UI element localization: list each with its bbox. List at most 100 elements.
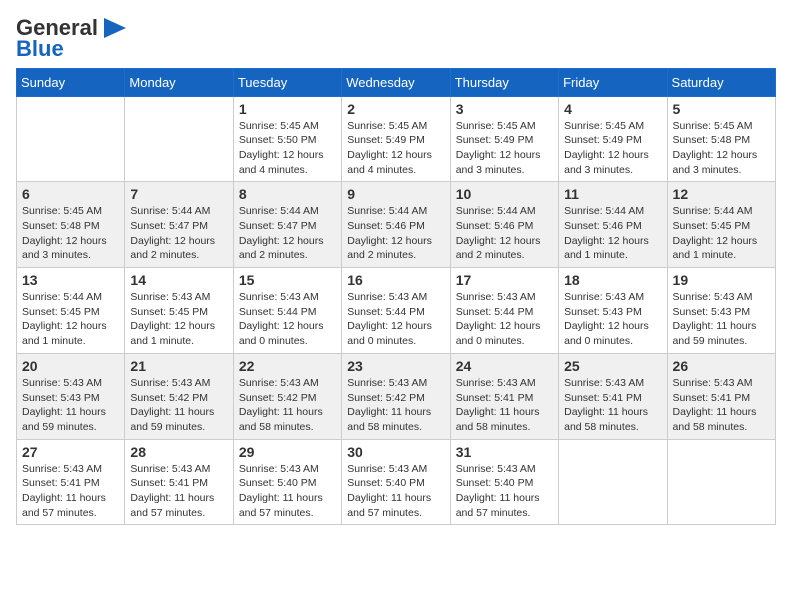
day-info: Sunrise: 5:43 AM Sunset: 5:42 PM Dayligh… <box>347 376 444 435</box>
day-number: 9 <box>347 186 444 202</box>
day-info: Sunrise: 5:45 AM Sunset: 5:48 PM Dayligh… <box>673 119 770 178</box>
calendar-cell: 31 Sunrise: 5:43 AM Sunset: 5:40 PM Dayli… <box>450 439 558 525</box>
calendar-cell: 17 Sunrise: 5:43 AM Sunset: 5:44 PM Dayli… <box>450 268 558 354</box>
calendar-cell: 30 Sunrise: 5:43 AM Sunset: 5:40 PM Dayli… <box>342 439 450 525</box>
calendar-cell: 9 Sunrise: 5:44 AM Sunset: 5:46 PM Daylig… <box>342 182 450 268</box>
day-info: Sunrise: 5:44 AM Sunset: 5:45 PM Dayligh… <box>673 204 770 263</box>
day-info: Sunrise: 5:44 AM Sunset: 5:46 PM Dayligh… <box>564 204 661 263</box>
calendar-week-4: 20 Sunrise: 5:43 AM Sunset: 5:43 PM Dayli… <box>17 353 776 439</box>
day-number: 20 <box>22 358 119 374</box>
col-header-sunday: Sunday <box>17 68 125 96</box>
day-number: 27 <box>22 444 119 460</box>
calendar-cell <box>559 439 667 525</box>
day-info: Sunrise: 5:43 AM Sunset: 5:41 PM Dayligh… <box>456 376 553 435</box>
calendar-cell: 14 Sunrise: 5:43 AM Sunset: 5:45 PM Dayli… <box>125 268 233 354</box>
day-info: Sunrise: 5:44 AM Sunset: 5:45 PM Dayligh… <box>22 290 119 349</box>
day-number: 18 <box>564 272 661 288</box>
calendar-week-5: 27 Sunrise: 5:43 AM Sunset: 5:41 PM Dayli… <box>17 439 776 525</box>
day-info: Sunrise: 5:44 AM Sunset: 5:46 PM Dayligh… <box>347 204 444 263</box>
day-number: 22 <box>239 358 336 374</box>
calendar-cell <box>125 96 233 182</box>
calendar-cell: 5 Sunrise: 5:45 AM Sunset: 5:48 PM Daylig… <box>667 96 775 182</box>
calendar-cell: 19 Sunrise: 5:43 AM Sunset: 5:43 PM Dayli… <box>667 268 775 354</box>
day-number: 14 <box>130 272 227 288</box>
day-info: Sunrise: 5:43 AM Sunset: 5:40 PM Dayligh… <box>456 462 553 521</box>
day-number: 15 <box>239 272 336 288</box>
col-header-tuesday: Tuesday <box>233 68 341 96</box>
day-number: 7 <box>130 186 227 202</box>
col-header-monday: Monday <box>125 68 233 96</box>
day-info: Sunrise: 5:45 AM Sunset: 5:49 PM Dayligh… <box>456 119 553 178</box>
calendar-cell: 20 Sunrise: 5:43 AM Sunset: 5:43 PM Dayli… <box>17 353 125 439</box>
day-number: 31 <box>456 444 553 460</box>
calendar-cell: 13 Sunrise: 5:44 AM Sunset: 5:45 PM Dayli… <box>17 268 125 354</box>
calendar-cell: 10 Sunrise: 5:44 AM Sunset: 5:46 PM Dayli… <box>450 182 558 268</box>
calendar-cell <box>667 439 775 525</box>
day-info: Sunrise: 5:43 AM Sunset: 5:40 PM Dayligh… <box>347 462 444 521</box>
calendar-cell: 6 Sunrise: 5:45 AM Sunset: 5:48 PM Daylig… <box>17 182 125 268</box>
day-info: Sunrise: 5:43 AM Sunset: 5:42 PM Dayligh… <box>239 376 336 435</box>
day-info: Sunrise: 5:43 AM Sunset: 5:43 PM Dayligh… <box>673 290 770 349</box>
calendar-cell: 15 Sunrise: 5:43 AM Sunset: 5:44 PM Dayli… <box>233 268 341 354</box>
day-info: Sunrise: 5:43 AM Sunset: 5:41 PM Dayligh… <box>673 376 770 435</box>
calendar-table: SundayMondayTuesdayWednesdayThursdayFrid… <box>16 68 776 526</box>
day-number: 2 <box>347 101 444 117</box>
calendar-cell: 27 Sunrise: 5:43 AM Sunset: 5:41 PM Dayli… <box>17 439 125 525</box>
calendar-cell: 16 Sunrise: 5:43 AM Sunset: 5:44 PM Dayli… <box>342 268 450 354</box>
logo: General Blue <box>16 16 130 58</box>
calendar-week-3: 13 Sunrise: 5:44 AM Sunset: 5:45 PM Dayli… <box>17 268 776 354</box>
page-header: General Blue <box>16 16 776 58</box>
calendar-cell <box>17 96 125 182</box>
day-number: 30 <box>347 444 444 460</box>
day-number: 10 <box>456 186 553 202</box>
calendar-cell: 25Sunrise: 5:43 AM Sunset: 5:41 PM Dayli… <box>559 353 667 439</box>
day-number: 25 <box>564 358 661 374</box>
calendar-cell: 4Sunrise: 5:45 AM Sunset: 5:49 PM Daylig… <box>559 96 667 182</box>
calendar-cell: 29Sunrise: 5:43 AM Sunset: 5:40 PM Dayli… <box>233 439 341 525</box>
day-info: Sunrise: 5:43 AM Sunset: 5:44 PM Dayligh… <box>456 290 553 349</box>
day-number: 8 <box>239 186 336 202</box>
day-number: 28 <box>130 444 227 460</box>
calendar-cell: 3 Sunrise: 5:45 AM Sunset: 5:49 PM Daylig… <box>450 96 558 182</box>
calendar-cell: 18 Sunrise: 5:43 AM Sunset: 5:43 PM Dayli… <box>559 268 667 354</box>
calendar-week-2: 6 Sunrise: 5:45 AM Sunset: 5:48 PM Daylig… <box>17 182 776 268</box>
day-info: Sunrise: 5:43 AM Sunset: 5:43 PM Dayligh… <box>22 376 119 435</box>
day-info: Sunrise: 5:45 AM Sunset: 5:50 PM Dayligh… <box>239 119 336 178</box>
day-info: Sunrise: 5:43 AM Sunset: 5:45 PM Dayligh… <box>130 290 227 349</box>
day-info: Sunrise: 5:43 AM Sunset: 5:43 PM Dayligh… <box>564 290 661 349</box>
day-info: Sunrise: 5:43 AM Sunset: 5:44 PM Dayligh… <box>239 290 336 349</box>
day-number: 17 <box>456 272 553 288</box>
day-number: 11 <box>564 186 661 202</box>
day-number: 1 <box>239 101 336 117</box>
col-header-thursday: Thursday <box>450 68 558 96</box>
day-info: Sunrise: 5:44 AM Sunset: 5:46 PM Dayligh… <box>456 204 553 263</box>
day-number: 23 <box>347 358 444 374</box>
day-number: 6 <box>22 186 119 202</box>
day-info: Sunrise: 5:43 AM Sunset: 5:41 PM Dayligh… <box>22 462 119 521</box>
day-info: Sunrise: 5:43 AM Sunset: 5:42 PM Dayligh… <box>130 376 227 435</box>
col-header-friday: Friday <box>559 68 667 96</box>
day-info: Sunrise: 5:44 AM Sunset: 5:47 PM Dayligh… <box>130 204 227 263</box>
day-number: 19 <box>673 272 770 288</box>
day-info: Sunrise: 5:45 AM Sunset: 5:48 PM Dayligh… <box>22 204 119 263</box>
calendar-cell: 23 Sunrise: 5:43 AM Sunset: 5:42 PM Dayli… <box>342 353 450 439</box>
calendar-week-1: 1 Sunrise: 5:45 AM Sunset: 5:50 PM Daylig… <box>17 96 776 182</box>
day-number: 29 <box>239 444 336 460</box>
day-info: Sunrise: 5:45 AM Sunset: 5:49 PM Dayligh… <box>347 119 444 178</box>
calendar-cell: 26 Sunrise: 5:43 AM Sunset: 5:41 PM Dayli… <box>667 353 775 439</box>
day-info: Sunrise: 5:45 AM Sunset: 5:49 PM Dayligh… <box>564 119 661 178</box>
calendar-cell: 22 Sunrise: 5:43 AM Sunset: 5:42 PM Dayli… <box>233 353 341 439</box>
calendar-cell: 28Sunrise: 5:43 AM Sunset: 5:41 PM Dayli… <box>125 439 233 525</box>
day-number: 16 <box>347 272 444 288</box>
calendar-cell: 12Sunrise: 5:44 AM Sunset: 5:45 PM Dayli… <box>667 182 775 268</box>
calendar-cell: 11 Sunrise: 5:44 AM Sunset: 5:46 PM Dayli… <box>559 182 667 268</box>
calendar-cell: 24Sunrise: 5:43 AM Sunset: 5:41 PM Dayli… <box>450 353 558 439</box>
day-number: 3 <box>456 101 553 117</box>
calendar-cell: 7 Sunrise: 5:44 AM Sunset: 5:47 PM Daylig… <box>125 182 233 268</box>
day-info: Sunrise: 5:43 AM Sunset: 5:44 PM Dayligh… <box>347 290 444 349</box>
calendar-cell: 21Sunrise: 5:43 AM Sunset: 5:42 PM Dayli… <box>125 353 233 439</box>
day-number: 5 <box>673 101 770 117</box>
day-number: 26 <box>673 358 770 374</box>
day-info: Sunrise: 5:44 AM Sunset: 5:47 PM Dayligh… <box>239 204 336 263</box>
day-number: 13 <box>22 272 119 288</box>
